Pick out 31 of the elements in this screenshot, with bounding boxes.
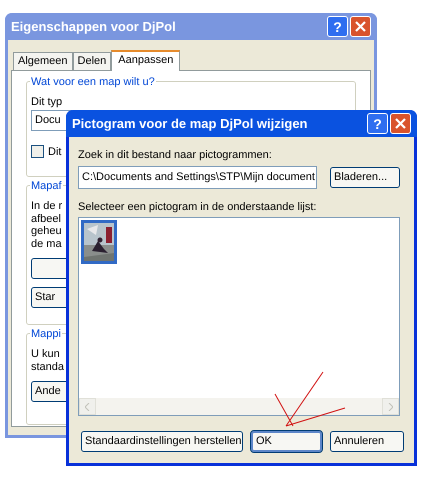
- help-button[interactable]: ?: [327, 16, 348, 37]
- group-legend: Mapaf: [30, 178, 63, 194]
- tab[interactable]: Algemeen: [13, 52, 73, 70]
- description-text: geheu: [31, 225, 62, 238]
- push-button[interactable]: OK: [251, 431, 322, 452]
- group-legend: Mappi: [30, 326, 62, 342]
- description-text: de ma: [31, 238, 62, 250]
- checkbox-label: Dit: [48, 144, 62, 160]
- group-legend: Wat voor een map wilt u?: [30, 74, 156, 90]
- push-button[interactable]: Standaardinstellingen herstellen: [81, 431, 243, 452]
- window-title: Eigenschappen voor DjPol: [11, 18, 176, 36]
- checkbox[interactable]: [31, 145, 44, 158]
- tab[interactable]: Aanpassen: [111, 50, 180, 71]
- help-button[interactable]: ?: [367, 113, 388, 134]
- file-label: Zoek in dit bestand naar pictogrammen:: [78, 148, 273, 163]
- description-text: In de r: [31, 200, 62, 212]
- close-icon: [395, 118, 406, 129]
- tab[interactable]: Delen: [72, 52, 112, 70]
- description-text: afbeel: [31, 212, 61, 225]
- push-button[interactable]: Annuleren: [330, 431, 404, 452]
- file-path-field[interactable]: C:\Documents and Settings\STP\Mijn document: [78, 166, 317, 188]
- icon-item[interactable]: [81, 220, 117, 264]
- close-button[interactable]: [390, 113, 411, 134]
- close-icon: [355, 21, 366, 32]
- list-label: Selecteer een pictogram in de onderstaande lijst:: [78, 200, 318, 214]
- push-button[interactable]: Bladeren...: [330, 166, 400, 188]
- description-text: U kun: [31, 348, 60, 360]
- description-text: standa: [31, 360, 64, 373]
- description-text: Dit typ: [31, 96, 62, 108]
- close-button[interactable]: [350, 16, 371, 37]
- dialog-title: Pictogram voor de map DjPol wijzigen: [72, 114, 308, 133]
